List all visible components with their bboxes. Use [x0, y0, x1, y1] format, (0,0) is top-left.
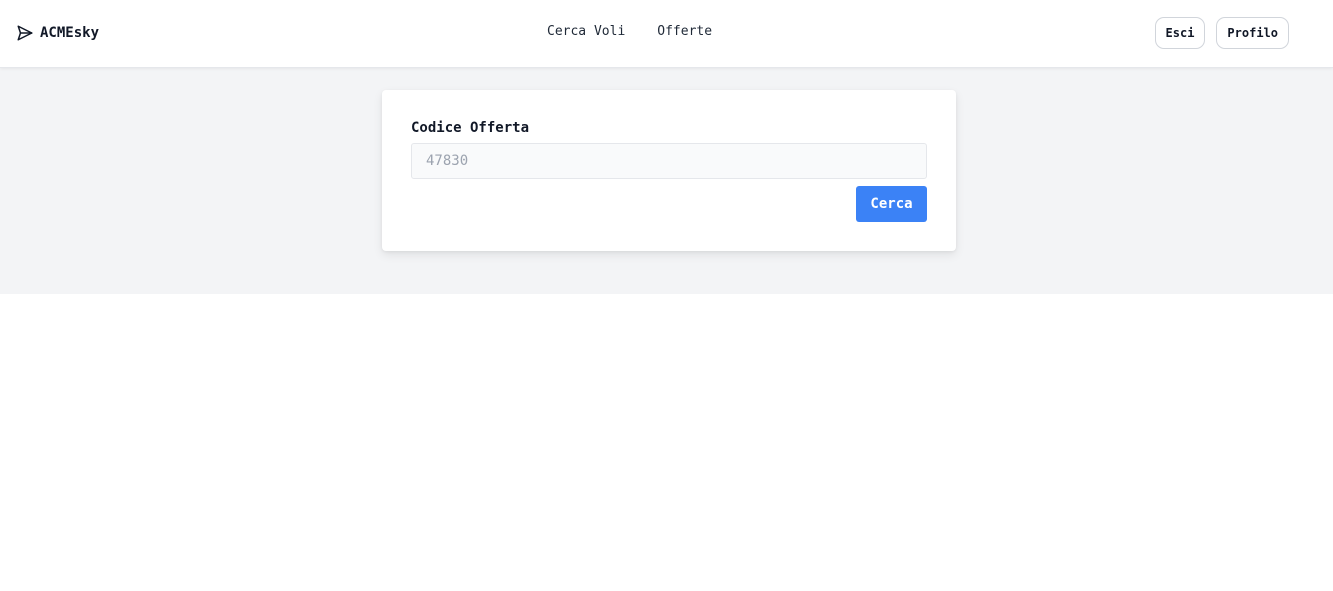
content-area: Codice Offerta Cerca [0, 68, 1333, 294]
nav-actions: Esci Profilo [1154, 17, 1289, 49]
search-button[interactable]: Cerca [856, 186, 927, 222]
brand-logo-link[interactable]: ACMEsky [16, 22, 99, 44]
offer-search-card: Codice Offerta Cerca [382, 90, 956, 251]
profile-button[interactable]: Profilo [1216, 17, 1289, 49]
paper-plane-icon [16, 24, 34, 42]
offer-code-input[interactable] [411, 143, 927, 179]
nav-link-cerca-voli[interactable]: Cerca Voli [547, 24, 625, 39]
logout-button[interactable]: Esci [1154, 17, 1206, 49]
nav-link-offerte[interactable]: Offerte [657, 24, 712, 39]
offer-code-label: Codice Offerta [411, 120, 530, 136]
main-nav: Cerca Voli Offerte [547, 24, 712, 39]
brand-name: ACMEsky [40, 25, 100, 41]
top-navbar: ACMEsky Cerca Voli Offerte Esci Profilo [0, 0, 1333, 68]
